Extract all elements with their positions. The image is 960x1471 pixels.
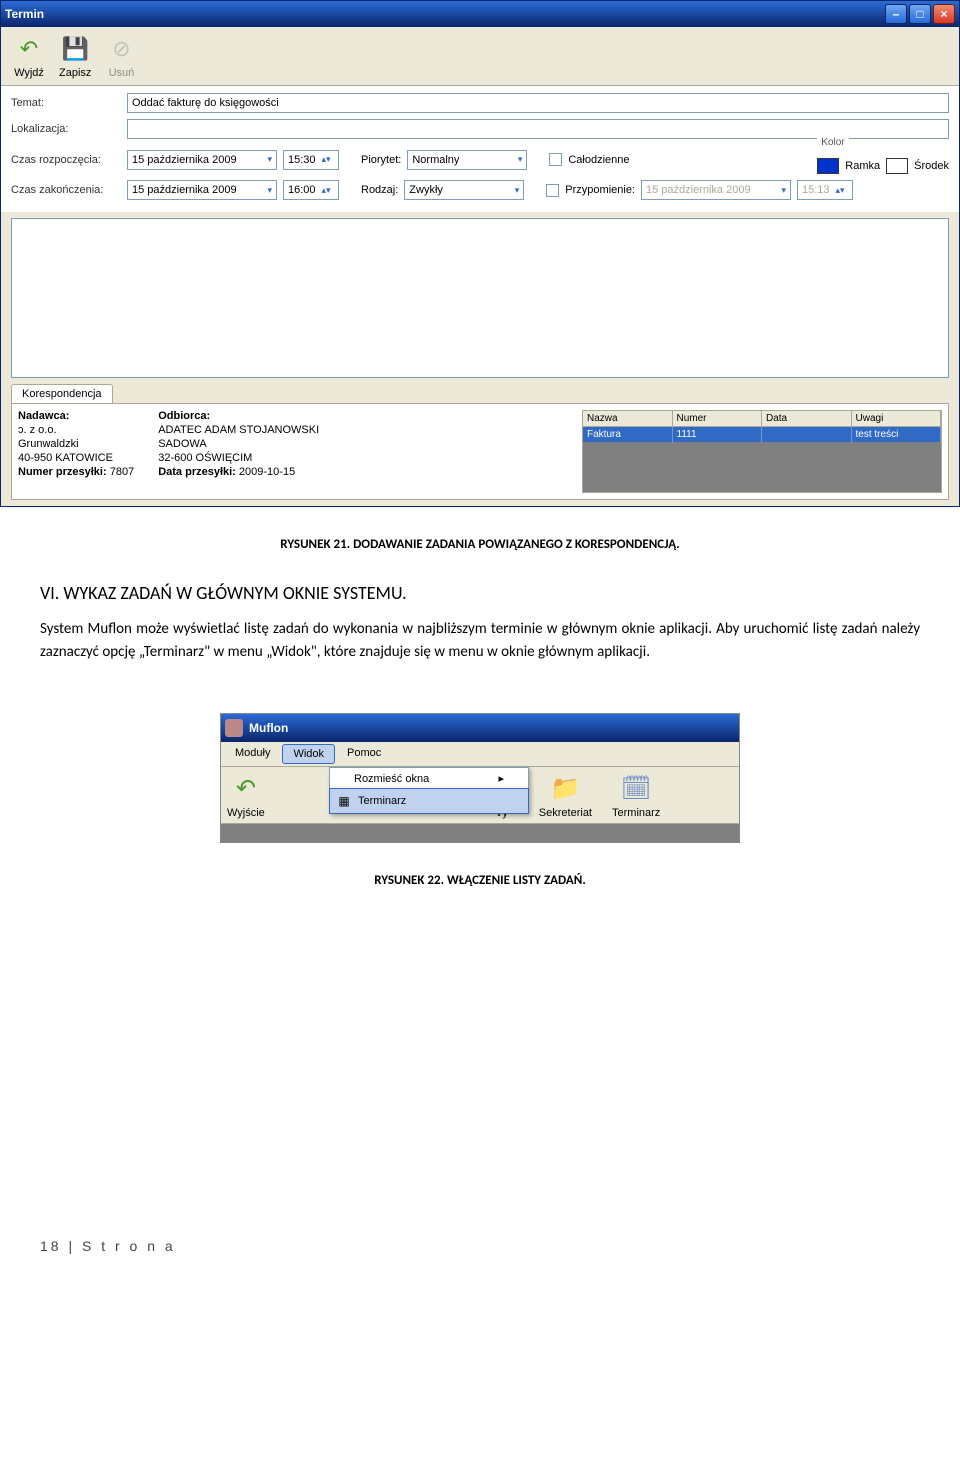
shipment-no: 7807	[110, 466, 134, 478]
location-input[interactable]	[127, 119, 949, 139]
korespondencja-panel: Nadawca: ɔ. z o.o. Grunwaldzki 40-950 KA…	[11, 404, 949, 500]
table-row[interactable]: Faktura 1111 test treści	[583, 427, 941, 442]
figure-caption-22: RYSUNEK 22. WŁĄCZENIE LISTY ZADAŃ.	[40, 873, 920, 888]
menu-pomoc[interactable]: Pomoc	[337, 744, 391, 764]
exit-button[interactable]: ↶ Wyjście	[227, 771, 265, 819]
calendar-small-icon: ▦	[336, 793, 352, 809]
floppy-icon: 💾	[59, 33, 91, 65]
allday-label: Całodzienne	[568, 154, 629, 166]
form-area: Temat: Lokalizacja: Czas rozpoczęcia: 15…	[1, 86, 959, 212]
delete-icon: ⊘	[105, 33, 137, 65]
end-time-spinner[interactable]: 16:00▴▾	[283, 180, 339, 200]
priority-label: Piorytet:	[361, 154, 401, 166]
chevron-down-icon: ▾	[515, 185, 520, 196]
chevron-down-icon: ▾	[781, 185, 786, 196]
recipient-street: SADOWA	[158, 438, 319, 450]
th-uwagi[interactable]: Uwagi	[852, 411, 942, 426]
muflon-window: Muflon Moduły Widok Pomoc ↶ Wyjście 🗀 ɤy…	[220, 713, 740, 843]
chevron-right-icon: ▸	[498, 772, 504, 785]
shipment-date-label: Data przesyłki:	[158, 466, 236, 478]
termin-window: Termin – □ × ↶ Wyjdź 💾 Zapisz ⊘ Usuń Tem…	[0, 0, 960, 507]
titlebar[interactable]: Termin – □ ×	[1, 1, 959, 27]
sender-name: ɔ. z o.o.	[18, 424, 134, 436]
frame-label: Ramka	[845, 160, 880, 172]
priority-combo[interactable]: Normalny▾	[407, 150, 527, 170]
recipient-city: 32-600 OŚWIĘCIM	[158, 452, 319, 464]
chevron-down-icon: ▾	[267, 185, 272, 196]
subject-label: Temat:	[11, 97, 121, 109]
app-icon	[225, 719, 243, 737]
chevron-down-icon: ▾	[518, 154, 523, 165]
arrow-left-icon: ↶	[13, 33, 45, 65]
th-nazwa[interactable]: Nazwa	[583, 411, 673, 426]
terminarz-button[interactable]: 🗓 Terminarz	[612, 771, 660, 819]
spinner-arrows-icon: ▴▾	[322, 185, 331, 196]
menu-widok[interactable]: Widok	[282, 744, 335, 764]
th-data[interactable]: Data	[762, 411, 852, 426]
minimize-icon[interactable]: –	[885, 4, 907, 24]
allday-checkbox[interactable]	[549, 153, 562, 166]
end-date-combo[interactable]: 15 października 2009▾	[127, 180, 277, 200]
frame-color-swatch[interactable]	[817, 158, 839, 174]
start-time-spinner[interactable]: 15:30▴▾	[283, 150, 339, 170]
folder-icon: 📁	[548, 771, 582, 805]
shipment-no-label: Numer przesyłki:	[18, 466, 107, 478]
menu-moduly[interactable]: Moduły	[225, 744, 280, 764]
figure-caption-21: RYSUNEK 21. DODAWANIE ZADANIA POWIĄZANEG…	[40, 537, 920, 552]
color-group-label: Kolor	[817, 137, 848, 148]
recipient-label: Odbiorca:	[158, 410, 319, 422]
location-label: Lokalizacja:	[11, 123, 121, 135]
spinner-arrows-icon: ▴▾	[322, 154, 331, 165]
toolbar: ↶ Wyjdź 💾 Zapisz ⊘ Usuń	[1, 27, 959, 86]
close-icon[interactable]: ×	[933, 4, 955, 24]
reminder-label: Przypomienie:	[565, 184, 635, 196]
tab-korespondencja[interactable]: Korespondencja	[11, 384, 113, 403]
sekreteriat-button[interactable]: 📁 Sekreteriat	[539, 771, 592, 819]
center-color-swatch[interactable]	[886, 158, 908, 174]
reminder-date-combo: 15 października 2009▾	[641, 180, 791, 200]
calendar-icon: 🗓	[619, 771, 653, 805]
delete-button: ⊘ Usuń	[99, 31, 143, 81]
center-label: Środek	[914, 160, 949, 172]
th-numer[interactable]: Numer	[673, 411, 763, 426]
recipient-name: ADATEC ADAM STOJANOWSKI	[158, 424, 319, 436]
titlebar[interactable]: Muflon	[221, 714, 739, 742]
save-button[interactable]: 💾 Zapisz	[53, 31, 97, 81]
menubar: Moduły Widok Pomoc	[221, 742, 739, 767]
sender-label: Nadawca:	[18, 410, 134, 422]
notes-area[interactable]	[11, 218, 949, 378]
client-area	[221, 824, 739, 842]
section-heading: VI. WYKAZ ZADAŃ W GŁÓWNYM OKNIE SYSTEMU.	[40, 582, 920, 604]
type-combo[interactable]: Zwykły▾	[404, 180, 524, 200]
exit-button[interactable]: ↶ Wyjdź	[7, 31, 51, 81]
dropdown-item-rozmiesc[interactable]: Rozmieść okna ▸	[330, 768, 528, 789]
reminder-checkbox[interactable]	[546, 184, 559, 197]
start-label: Czas rozpoczęcia:	[11, 154, 121, 166]
chevron-down-icon: ▾	[267, 154, 272, 165]
sender-city: 40-950 KATOWICE	[18, 452, 134, 464]
reminder-time-spinner: 15:13▴▾	[797, 180, 853, 200]
main-toolbar: ↶ Wyjście 🗀 ɤy 📁 Sekreteriat 🗓 Terminarz…	[221, 767, 739, 824]
sender-street: Grunwaldzki	[18, 438, 134, 450]
window-title: Termin	[5, 7, 44, 21]
paragraph: System Muflon może wyświetlać listę zada…	[40, 618, 920, 663]
window-title: Muflon	[249, 721, 288, 735]
type-label: Rodzaj:	[361, 184, 398, 196]
arrow-left-icon: ↶	[229, 771, 263, 805]
spinner-arrows-icon: ▴▾	[836, 185, 845, 196]
attachments-table: Nazwa Numer Data Uwagi Faktura 1111 test…	[582, 410, 942, 493]
tab-strip: Korespondencja	[11, 384, 949, 404]
widok-dropdown: Rozmieść okna ▸ ▦ Terminarz	[329, 767, 529, 814]
shipment-date: 2009-10-15	[239, 466, 295, 478]
maximize-icon[interactable]: □	[909, 4, 931, 24]
start-date-combo[interactable]: 15 października 2009▾	[127, 150, 277, 170]
dropdown-item-terminarz[interactable]: ▦ Terminarz	[329, 788, 529, 814]
page-footer: 18 | S t r o n a	[0, 1228, 960, 1264]
subject-input[interactable]	[127, 93, 949, 113]
end-label: Czas zakończenia:	[11, 184, 121, 196]
